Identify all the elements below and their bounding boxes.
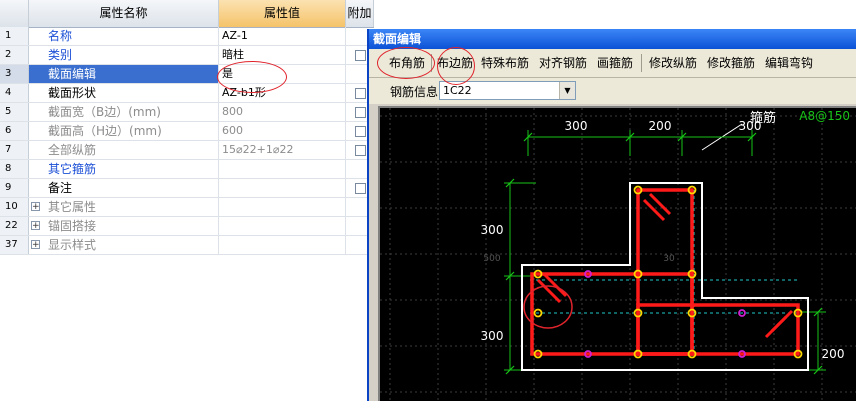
- dimension-label-left-top: 300: [481, 223, 504, 237]
- expand-icon[interactable]: +: [31, 240, 40, 250]
- toolbar-edit-longitudinal-button[interactable]: 修改纵筋: [647, 52, 699, 74]
- row-index: 37: [0, 236, 29, 254]
- row-index: 8: [0, 160, 29, 178]
- property-value[interactable]: 暗柱: [219, 46, 346, 64]
- table-row[interactable]: 5 截面宽（B边）(mm) 800: [0, 103, 374, 122]
- row-index: 2: [0, 46, 29, 64]
- row-index: 4: [0, 84, 29, 102]
- toolbar-edit-hook-button[interactable]: 编辑弯钩: [763, 52, 815, 74]
- table-row[interactable]: 10 其它属性 +: [0, 198, 374, 217]
- header-index: [0, 0, 29, 27]
- row-index: 9: [0, 179, 29, 197]
- property-value[interactable]: AZ-1: [219, 27, 346, 45]
- row-index: 1: [0, 27, 29, 45]
- table-row[interactable]: 8 其它箍筋: [0, 160, 374, 179]
- header-property-name[interactable]: 属性名称: [29, 0, 219, 27]
- property-name: 备注: [29, 179, 219, 197]
- property-name: 截面形状: [29, 84, 219, 102]
- attach-checkbox[interactable]: [355, 88, 366, 99]
- row-index: 22: [0, 217, 29, 235]
- property-name: 名称: [29, 27, 219, 45]
- property-name: 其它箍筋: [29, 160, 219, 178]
- attach-checkbox[interactable]: [355, 126, 366, 137]
- section-canvas[interactable]: 500 30 A8@150 箍筋 300 200 300 300 300 200: [378, 106, 856, 401]
- property-value[interactable]: 800: [219, 103, 346, 121]
- table-row[interactable]: 37 显示样式 +: [0, 236, 374, 255]
- toolbar-align-bar-button[interactable]: 对齐钢筋: [537, 52, 589, 74]
- ghost-dimension-label: 30: [663, 254, 675, 264]
- property-value[interactable]: AZ-b1形: [219, 84, 346, 102]
- property-value[interactable]: [219, 179, 346, 197]
- rebar-info-value: 1C22: [443, 84, 472, 97]
- property-name: 截面高（H边）(mm): [29, 122, 219, 140]
- expand-icon[interactable]: +: [31, 202, 40, 212]
- rebar-info-select[interactable]: 1C22 ▼: [439, 81, 576, 100]
- dimension-label-top-left: 300: [565, 119, 588, 133]
- property-value[interactable]: [219, 198, 346, 216]
- dimension-label-top-mid: 200: [649, 119, 672, 133]
- stirrup-hook: [542, 272, 568, 298]
- toolbar-draw-stirrup-button[interactable]: 画箍筋: [595, 52, 635, 74]
- row-index: 5: [0, 103, 29, 121]
- dimension-label-top-right: 300: [739, 119, 762, 133]
- stirrup-hook: [764, 315, 788, 339]
- dimension-label-right: 200: [822, 347, 845, 361]
- chevron-down-icon[interactable]: ▼: [559, 82, 575, 99]
- toolbar-special-bar-button[interactable]: 特殊布筋: [479, 52, 531, 74]
- toolbar-edge-bar-button[interactable]: 布边筋: [435, 52, 475, 74]
- table-row[interactable]: 1 名称 AZ-1: [0, 27, 374, 46]
- property-name: 锚固搭接: [29, 217, 219, 235]
- toolbar-edit-stirrup-button[interactable]: 修改箍筋: [705, 52, 757, 74]
- stirrup-rect-vertical: [636, 188, 694, 356]
- property-value[interactable]: 是: [219, 65, 346, 83]
- stirrup-spec-label: A8@150: [799, 109, 850, 123]
- property-name: 其它属性: [29, 198, 219, 216]
- property-grid: 属性名称 属性值 附加 1 名称 AZ-1 2 类别 暗柱 3 截面编辑是 4 截面形状 AZ-b1…: [0, 0, 374, 401]
- property-value[interactable]: [219, 236, 346, 254]
- property-value[interactable]: [219, 217, 346, 235]
- header-extra[interactable]: 附加: [346, 0, 374, 27]
- toolbar-separator: [641, 54, 642, 72]
- row-index: 3: [0, 65, 29, 83]
- table-row[interactable]: 22 锚固搭接 +: [0, 217, 374, 236]
- table-row[interactable]: 9 备注: [0, 179, 374, 198]
- header-property-value[interactable]: 属性值: [219, 0, 346, 27]
- toolbar: 布角筋 布边筋 特殊布筋 对齐钢筋 画箍筋 修改纵筋 修改箍筋 编辑弯钩: [369, 49, 856, 78]
- property-name: 类别: [29, 46, 219, 64]
- attach-checkbox[interactable]: [355, 183, 366, 194]
- window-title: 截面编辑: [369, 29, 856, 49]
- stirrup-hook: [536, 278, 562, 304]
- dimension-label-left-bottom: 300: [481, 329, 504, 343]
- property-name: 全部纵筋: [29, 141, 219, 159]
- section-edit-window: 截面编辑 布角筋 布边筋 特殊布筋 对齐钢筋 画箍筋 修改纵筋 修改箍筋 编辑弯…: [367, 29, 856, 401]
- section-drawing[interactable]: 500 30A8@150箍筋300 200 300300300200: [380, 108, 856, 401]
- rebar-info-label: 钢筋信息: [390, 85, 439, 99]
- table-row[interactable]: 7 全部纵筋 15⌀22+1⌀22: [0, 141, 374, 160]
- toolbar-corner-bar-button[interactable]: 布角筋: [387, 52, 427, 74]
- table-row[interactable]: 3 截面编辑是: [0, 65, 374, 84]
- attach-checkbox[interactable]: [355, 50, 366, 61]
- property-value[interactable]: 600: [219, 122, 346, 140]
- grid-header: 属性名称 属性值 附加: [0, 0, 374, 28]
- attach-checkbox[interactable]: [355, 107, 366, 118]
- property-value[interactable]: 15⌀22+1⌀22: [219, 141, 346, 159]
- rebar-info-bar: 钢筋信息 1C22 ▼: [369, 78, 856, 104]
- table-row[interactable]: 2 类别 暗柱: [0, 46, 374, 65]
- property-name: 截面编辑: [29, 65, 219, 83]
- attach-checkbox[interactable]: [355, 145, 366, 156]
- property-name: 截面宽（B边）(mm): [29, 103, 219, 121]
- toolbar-separator: [431, 54, 432, 72]
- row-index: 7: [0, 141, 29, 159]
- row-index: 10: [0, 198, 29, 216]
- property-name: 显示样式: [29, 236, 219, 254]
- table-row[interactable]: 6 截面高（H边）(mm) 600: [0, 122, 374, 141]
- property-value[interactable]: [219, 160, 346, 178]
- expand-icon[interactable]: +: [31, 221, 40, 231]
- table-row[interactable]: 4 截面形状 AZ-b1形: [0, 84, 374, 103]
- ghost-dimension-label: 500: [483, 254, 500, 264]
- row-index: 6: [0, 122, 29, 140]
